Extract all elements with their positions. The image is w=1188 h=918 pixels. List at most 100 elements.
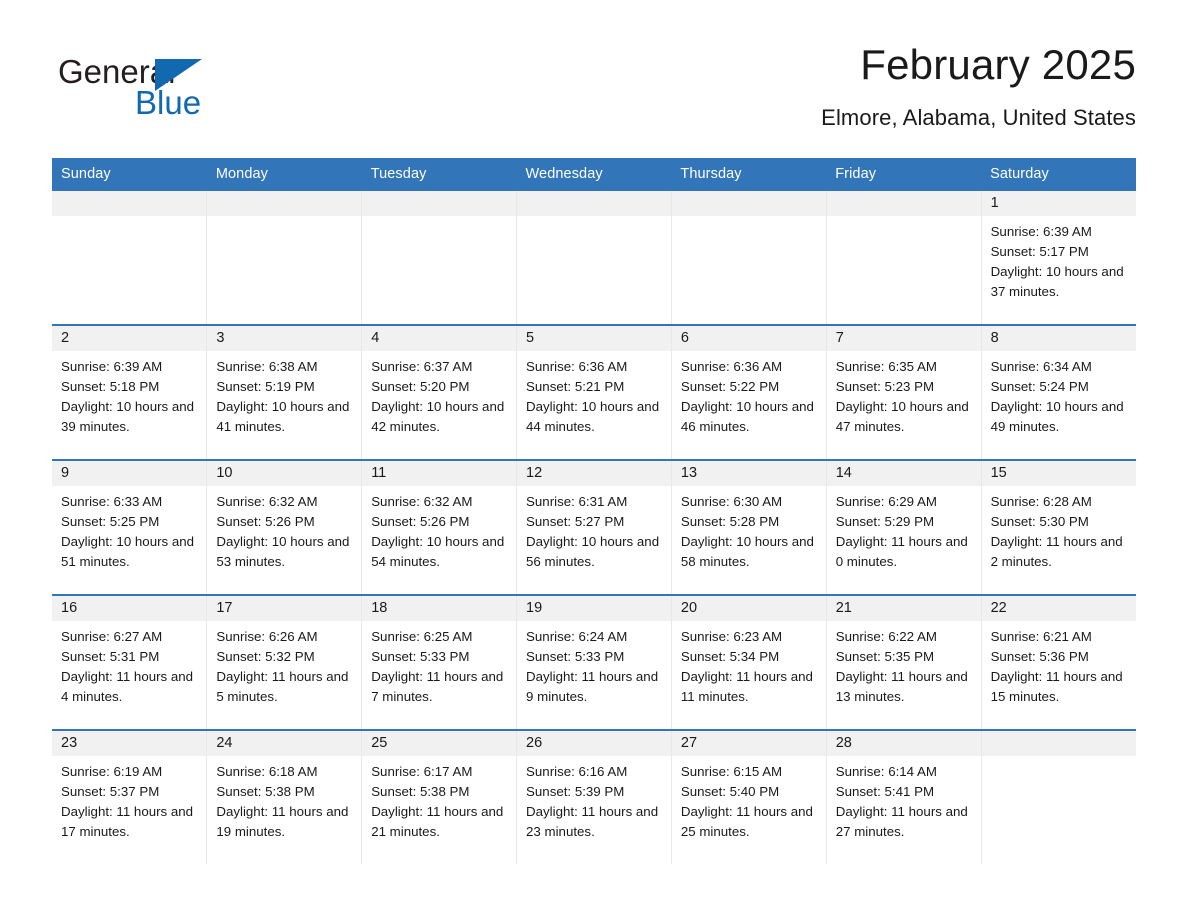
sunrise-text: Sunrise: 6:15 AM bbox=[680, 764, 783, 779]
day-info: Sunrise: 6:17 AM Sunset: 5:38 PM Daylight:… bbox=[362, 756, 516, 842]
day-number: 24 bbox=[207, 731, 362, 756]
day-info: Sunrise: 6:24 AM Sunset: 5:33 PM Daylight:… bbox=[517, 621, 671, 707]
daylight-text: Daylight: 11 hours and 2 minutes. bbox=[990, 534, 1123, 569]
day-number: 19 bbox=[517, 596, 671, 621]
daylight-text: Daylight: 11 hours and 27 minutes. bbox=[835, 804, 968, 839]
day-info: Sunrise: 6:28 AM Sunset: 5:30 PM Daylight:… bbox=[982, 486, 1136, 572]
day-cell[interactable]: 9 Sunrise: 6:33 AM Sunset: 5:25 PM Daylight… bbox=[52, 459, 208, 595]
day-cell[interactable]: 23 Sunrise: 6:19 AM Sunset: 5:37 PM Dayligh… bbox=[52, 729, 208, 864]
day-cell[interactable]: 14 Sunrise: 6:29 AM Sunset: 5:29 PM Dayligh… bbox=[826, 459, 982, 595]
day-cell[interactable]: 5 Sunrise: 6:36 AM Sunset: 5:21 PM Daylight… bbox=[516, 324, 672, 460]
day-cell[interactable]: 1 Sunrise: 6:39 AM Sunset: 5:17 PM Daylight… bbox=[981, 191, 1136, 325]
day-cell-empty bbox=[516, 191, 672, 325]
day-cell[interactable]: 4 Sunrise: 6:37 AM Sunset: 5:20 PM Daylight… bbox=[361, 324, 518, 460]
sunrise-text: Sunrise: 6:39 AM bbox=[990, 224, 1092, 239]
daylight-text: Daylight: 11 hours and 11 minutes. bbox=[680, 669, 813, 704]
day-number: 26 bbox=[517, 731, 671, 756]
day-number: 2 bbox=[52, 326, 207, 351]
day-info: Sunrise: 6:26 AM Sunset: 5:32 PM Daylight:… bbox=[207, 621, 361, 707]
sunset-text: Sunset: 5:34 PM bbox=[680, 649, 780, 664]
day-cell[interactable]: 19 Sunrise: 6:24 AM Sunset: 5:33 PM Dayligh… bbox=[516, 594, 672, 730]
daylight-text: Daylight: 10 hours and 41 minutes. bbox=[216, 399, 350, 434]
sunset-text: Sunset: 5:18 PM bbox=[61, 379, 160, 394]
day-cell[interactable]: 2 Sunrise: 6:39 AM Sunset: 5:18 PM Daylight… bbox=[52, 324, 208, 460]
sunset-text: Sunset: 5:23 PM bbox=[835, 379, 935, 394]
day-cell[interactable]: 21 Sunrise: 6:22 AM Sunset: 5:35 PM Dayligh… bbox=[826, 594, 982, 730]
daylight-text: Daylight: 11 hours and 17 minutes. bbox=[61, 804, 194, 839]
day-number bbox=[362, 191, 517, 216]
sunrise-text: Sunrise: 6:35 AM bbox=[835, 359, 937, 374]
day-cell[interactable]: 20 Sunrise: 6:23 AM Sunset: 5:34 PM Dayligh… bbox=[671, 594, 827, 730]
sunset-text: Sunset: 5:38 PM bbox=[371, 784, 470, 799]
calendar-page: General Blue February 2025 Elmore, Alaba… bbox=[0, 0, 1188, 918]
daylight-text: Daylight: 10 hours and 54 minutes. bbox=[371, 534, 505, 569]
day-cell[interactable]: 22 Sunrise: 6:21 AM Sunset: 5:36 PM Dayligh… bbox=[981, 594, 1136, 730]
day-cell[interactable]: 16 Sunrise: 6:27 AM Sunset: 5:31 PM Dayligh… bbox=[52, 594, 208, 730]
day-info: Sunrise: 6:19 AM Sunset: 5:37 PM Daylight:… bbox=[52, 756, 206, 842]
day-cell[interactable]: 11 Sunrise: 6:32 AM Sunset: 5:26 PM Dayligh… bbox=[361, 459, 518, 595]
daylight-text: Daylight: 11 hours and 13 minutes. bbox=[835, 669, 968, 704]
sunrise-text: Sunrise: 6:25 AM bbox=[371, 629, 473, 644]
day-info: Sunrise: 6:18 AM Sunset: 5:38 PM Daylight:… bbox=[207, 756, 361, 842]
sunset-text: Sunset: 5:27 PM bbox=[526, 514, 625, 529]
sunset-text: Sunset: 5:41 PM bbox=[835, 784, 935, 799]
day-cell[interactable]: 12 Sunrise: 6:31 AM Sunset: 5:27 PM Dayligh… bbox=[516, 459, 672, 595]
logo-text-blue: Blue bbox=[135, 84, 202, 121]
day-number bbox=[981, 731, 1136, 756]
day-number: 14 bbox=[826, 461, 981, 486]
sunrise-text: Sunrise: 6:27 AM bbox=[61, 629, 163, 644]
day-cell[interactable]: 6 Sunrise: 6:36 AM Sunset: 5:22 PM Daylight… bbox=[671, 324, 827, 460]
day-number: 16 bbox=[52, 596, 207, 621]
sunrise-text: Sunrise: 6:32 AM bbox=[371, 494, 473, 509]
day-cell[interactable]: 17 Sunrise: 6:26 AM Sunset: 5:32 PM Dayligh… bbox=[206, 594, 363, 730]
general-blue-logo[interactable]: General Blue bbox=[58, 53, 318, 133]
title-block: February 2025 Elmore, Alabama, United St… bbox=[821, 40, 1136, 132]
sunrise-text: Sunrise: 6:30 AM bbox=[680, 494, 783, 509]
day-cell[interactable]: 10 Sunrise: 6:32 AM Sunset: 5:26 PM Dayligh… bbox=[206, 459, 363, 595]
day-cell[interactable]: 3 Sunrise: 6:38 AM Sunset: 5:19 PM Daylight… bbox=[206, 324, 363, 460]
day-cell[interactable]: 13 Sunrise: 6:30 AM Sunset: 5:28 PM Dayligh… bbox=[671, 459, 827, 595]
daylight-text: Daylight: 10 hours and 56 minutes. bbox=[526, 534, 660, 569]
daylight-text: Daylight: 10 hours and 37 minutes. bbox=[990, 264, 1124, 299]
day-number bbox=[826, 191, 981, 216]
sunset-text: Sunset: 5:26 PM bbox=[371, 514, 470, 529]
sunrise-text: Sunrise: 6:24 AM bbox=[526, 629, 628, 644]
day-cell-empty bbox=[52, 191, 208, 325]
day-number: 9 bbox=[52, 461, 207, 486]
sunrise-text: Sunrise: 6:16 AM bbox=[526, 764, 628, 779]
sunset-text: Sunset: 5:21 PM bbox=[526, 379, 625, 394]
sunrise-text: Sunrise: 6:32 AM bbox=[216, 494, 318, 509]
day-number: 23 bbox=[52, 731, 207, 756]
day-number: 21 bbox=[826, 596, 981, 621]
day-number: 11 bbox=[362, 461, 517, 486]
day-info: Sunrise: 6:34 AM Sunset: 5:24 PM Daylight:… bbox=[982, 351, 1136, 437]
day-info: Sunrise: 6:37 AM Sunset: 5:20 PM Daylight:… bbox=[362, 351, 516, 437]
weekday-header-wednesday: Wednesday bbox=[516, 158, 672, 191]
day-cell[interactable]: 27 Sunrise: 6:15 AM Sunset: 5:40 PM Dayligh… bbox=[671, 729, 827, 864]
day-number: 12 bbox=[517, 461, 671, 486]
daylight-text: Daylight: 11 hours and 4 minutes. bbox=[61, 669, 194, 704]
day-cell[interactable]: 7 Sunrise: 6:35 AM Sunset: 5:23 PM Daylight… bbox=[826, 324, 982, 460]
sunset-text: Sunset: 5:20 PM bbox=[371, 379, 470, 394]
sunrise-sunset-calendar: Sunday Monday Tuesday Wednesday Thursday… bbox=[52, 158, 1136, 864]
sunrise-text: Sunrise: 6:21 AM bbox=[990, 629, 1092, 644]
day-info: Sunrise: 6:32 AM Sunset: 5:26 PM Daylight:… bbox=[362, 486, 516, 572]
sunset-text: Sunset: 5:40 PM bbox=[680, 784, 780, 799]
day-cell[interactable]: 24 Sunrise: 6:18 AM Sunset: 5:38 PM Dayligh… bbox=[206, 729, 363, 864]
day-cell[interactable]: 26 Sunrise: 6:16 AM Sunset: 5:39 PM Dayligh… bbox=[516, 729, 672, 864]
day-cell[interactable]: 8 Sunrise: 6:34 AM Sunset: 5:24 PM Daylight… bbox=[981, 324, 1136, 460]
day-number: 22 bbox=[981, 596, 1136, 621]
calendar-week-row: 9 Sunrise: 6:33 AM Sunset: 5:25 PM Daylight… bbox=[52, 459, 1136, 595]
day-cell[interactable]: 25 Sunrise: 6:17 AM Sunset: 5:38 PM Dayligh… bbox=[361, 729, 518, 864]
sunset-text: Sunset: 5:38 PM bbox=[216, 784, 315, 799]
daylight-text: Daylight: 11 hours and 15 minutes. bbox=[990, 669, 1123, 704]
day-number: 28 bbox=[826, 731, 981, 756]
day-cell[interactable]: 18 Sunrise: 6:25 AM Sunset: 5:33 PM Dayligh… bbox=[361, 594, 518, 730]
day-cell[interactable]: 28 Sunrise: 6:14 AM Sunset: 5:41 PM Dayligh… bbox=[826, 729, 982, 864]
day-number: 8 bbox=[981, 326, 1136, 351]
daylight-text: Daylight: 10 hours and 58 minutes. bbox=[680, 534, 814, 569]
day-cell[interactable]: 15 Sunrise: 6:28 AM Sunset: 5:30 PM Dayligh… bbox=[981, 459, 1136, 595]
sunset-text: Sunset: 5:26 PM bbox=[216, 514, 315, 529]
day-number: 7 bbox=[826, 326, 981, 351]
day-info: Sunrise: 6:36 AM Sunset: 5:21 PM Daylight:… bbox=[517, 351, 671, 437]
